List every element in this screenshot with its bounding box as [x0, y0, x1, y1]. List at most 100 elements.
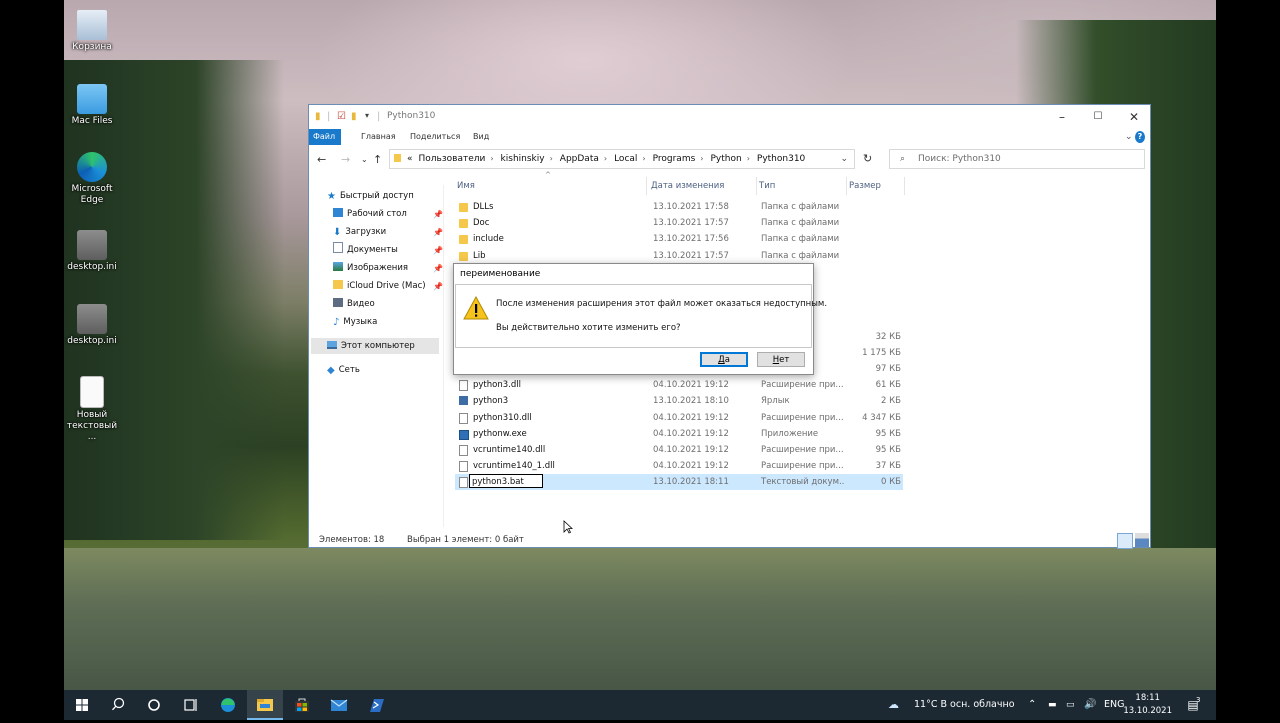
minimize-button[interactable]: –	[1044, 105, 1080, 129]
taskbar-file-explorer[interactable]	[247, 690, 283, 720]
nav-item-icloud[interactable]: iCloud Drive (Mac)	[333, 278, 426, 294]
breadcrumb-item[interactable]: AppData	[560, 150, 599, 168]
nav-item-quick-access[interactable]: ★ Быстрый доступ	[327, 188, 414, 204]
nav-item-documents[interactable]: Документы	[333, 242, 398, 258]
network-tray-icon[interactable]: ▭	[1066, 690, 1075, 720]
breadcrumb-chevron-icon[interactable]: ›	[642, 150, 645, 168]
table-row[interactable]: Doc 13.10.2021 17:57 Папка с файлами	[455, 215, 903, 231]
column-header-name[interactable]: Имя	[455, 177, 647, 195]
search-input[interactable]: ⌕ Поиск: Python310	[889, 149, 1145, 169]
task-view-button[interactable]	[172, 690, 208, 720]
close-button[interactable]: ✕	[1116, 105, 1152, 129]
new-folder-icon[interactable]: ▮	[351, 111, 357, 122]
notifications-button[interactable]: ▤ 3	[1184, 690, 1202, 720]
nav-item-this-pc[interactable]: Этот компьютер	[327, 338, 415, 354]
breadcrumb-chevron-icon[interactable]: ›	[490, 150, 493, 168]
table-row[interactable]: python310.dll 04.10.2021 19:12 Расширение …	[455, 410, 903, 426]
breadcrumb-item[interactable]: Local	[614, 150, 637, 168]
quick-access-dropdown-icon[interactable]: ▾	[365, 111, 369, 120]
details-view-icon[interactable]	[1117, 533, 1133, 549]
breadcrumb-chevron-icon[interactable]: ›	[550, 150, 553, 168]
breadcrumb-item[interactable]: Пользователи	[419, 150, 486, 168]
breadcrumb-item[interactable]: Python	[710, 150, 741, 168]
rename-input[interactable]: python3.bat	[469, 474, 543, 489]
edge-icon	[77, 152, 107, 182]
start-button[interactable]	[64, 690, 100, 720]
breadcrumb-item[interactable]: Python310	[757, 150, 805, 168]
table-row[interactable]: include 13.10.2021 17:56 Папка с файлами	[455, 231, 903, 247]
pin-icon[interactable]: 📌	[433, 228, 443, 237]
clock[interactable]: 18:11 13.10.2021	[1123, 692, 1172, 718]
search-button[interactable]	[100, 690, 136, 720]
table-row[interactable]: vcruntime140.dll 04.10.2021 19:12 Расширен…	[455, 442, 903, 458]
search-placeholder: Поиск: Python310	[918, 154, 1001, 164]
recent-locations-icon[interactable]: ⌄	[361, 155, 368, 164]
taskbar-store[interactable]	[284, 690, 320, 720]
breadcrumb-chevron-icon[interactable]: ›	[700, 150, 703, 168]
file-type: Папка с файлами	[761, 202, 840, 212]
file-size: 37 КБ	[875, 461, 901, 472]
nav-item-music[interactable]: ♪ Музыка	[333, 314, 377, 330]
weather-icon[interactable]: ☁	[888, 690, 899, 720]
taskbar-edge[interactable]	[210, 690, 246, 720]
pin-icon[interactable]: 📌	[433, 264, 443, 273]
table-row[interactable]: vcruntime140_1.dll 04.10.2021 19:12 Расшир…	[455, 458, 903, 474]
tab-share[interactable]: Поделиться	[402, 129, 468, 145]
desktop-icon-recycle-bin[interactable]: Корзина	[60, 10, 124, 53]
forward-arrow-icon[interactable]: →	[341, 153, 350, 166]
show-hidden-icons-chevron-icon[interactable]: ⌃	[1028, 690, 1036, 720]
taskbar-mail[interactable]	[321, 690, 357, 720]
column-header-size[interactable]: Размер	[847, 177, 905, 195]
pin-icon[interactable]: 📌	[433, 282, 443, 291]
column-header-type[interactable]: Тип	[757, 177, 847, 195]
input-language[interactable]: ENG	[1104, 690, 1124, 720]
breadcrumb-prefix[interactable]: «	[407, 150, 413, 168]
volume-icon[interactable]: 🔊	[1084, 690, 1096, 720]
breadcrumb-chevron-icon[interactable]: ›	[604, 150, 607, 168]
breadcrumb-item[interactable]: kishinskiy	[501, 150, 545, 168]
large-icons-view-icon[interactable]	[1135, 533, 1149, 547]
refresh-icon[interactable]: ↻	[863, 152, 872, 165]
desktop-icon-desktop-ini-1[interactable]: desktop.ini	[60, 230, 124, 273]
maximize-button[interactable]: ☐	[1080, 105, 1116, 129]
desktop-icon-mac-files[interactable]: Mac Files	[60, 84, 124, 127]
table-row[interactable]: python3 13.10.2021 18:10 Ярлык 2 КБ	[455, 393, 903, 409]
yes-button[interactable]: Да	[700, 352, 748, 367]
column-header-date[interactable]: Дата изменения	[649, 177, 757, 195]
address-dropdown-icon[interactable]: ⌄	[840, 150, 848, 168]
desktop-icon-edge[interactable]: Microsoft Edge	[60, 152, 124, 206]
table-row[interactable]: python3.dll 04.10.2021 19:12 Расширение пр…	[455, 377, 903, 393]
device-icon[interactable]: ▬	[1048, 690, 1057, 720]
address-bar[interactable]: «Пользователи › kishinskiy › AppData › Local › P…	[389, 149, 855, 169]
table-row-selected[interactable]: python3.bat 13.10.2021 18:11 Текстовый док…	[455, 474, 903, 491]
file-explorer-icon	[257, 699, 273, 711]
tab-home[interactable]: Главная	[353, 129, 404, 145]
breadcrumb-item[interactable]: Programs	[653, 150, 696, 168]
no-button[interactable]: Нет	[757, 352, 805, 367]
breadcrumb-chevron-icon[interactable]: ›	[747, 150, 750, 168]
tab-view[interactable]: Вид	[465, 129, 497, 145]
properties-icon[interactable]: ☑	[337, 111, 346, 122]
nav-item-network[interactable]: ◆ Сеть	[327, 362, 360, 378]
file-name: pythonw.exe	[473, 428, 527, 439]
nav-item-downloads[interactable]: ⬇ Загрузки	[333, 224, 386, 240]
taskbar-powershell[interactable]	[358, 690, 394, 720]
desktop-icon-desktop-ini-2[interactable]: desktop.ini	[60, 304, 124, 347]
nav-item-desktop[interactable]: Рабочий стол	[333, 206, 407, 222]
nav-item-videos[interactable]: Видео	[333, 296, 375, 312]
status-bar: Элементов: 18 Выбран 1 элемент: 0 байт	[319, 535, 544, 545]
tab-file[interactable]: Файл	[309, 129, 341, 145]
cortana-button[interactable]	[136, 690, 172, 720]
file-type: Ярлык	[761, 396, 790, 407]
help-icon[interactable]: ?	[1135, 131, 1145, 143]
desktop-icon-new-text-file[interactable]: Новый текстовый ...	[60, 376, 124, 443]
nav-item-pictures[interactable]: Изображения	[333, 260, 408, 276]
table-row[interactable]: DLLs 13.10.2021 17:58 Папка с файлами	[455, 199, 903, 215]
table-row[interactable]: Lib 13.10.2021 17:57 Папка с файлами	[455, 248, 903, 264]
pin-icon[interactable]: 📌	[433, 210, 443, 219]
table-row[interactable]: pythonw.exe 04.10.2021 19:12 Приложение 95 …	[455, 426, 903, 442]
up-arrow-icon[interactable]: ↑	[373, 153, 382, 166]
pin-icon[interactable]: 📌	[433, 246, 443, 255]
back-arrow-icon[interactable]: ←	[317, 153, 326, 166]
weather-text[interactable]: 11°C В осн. облачно	[914, 690, 1015, 720]
